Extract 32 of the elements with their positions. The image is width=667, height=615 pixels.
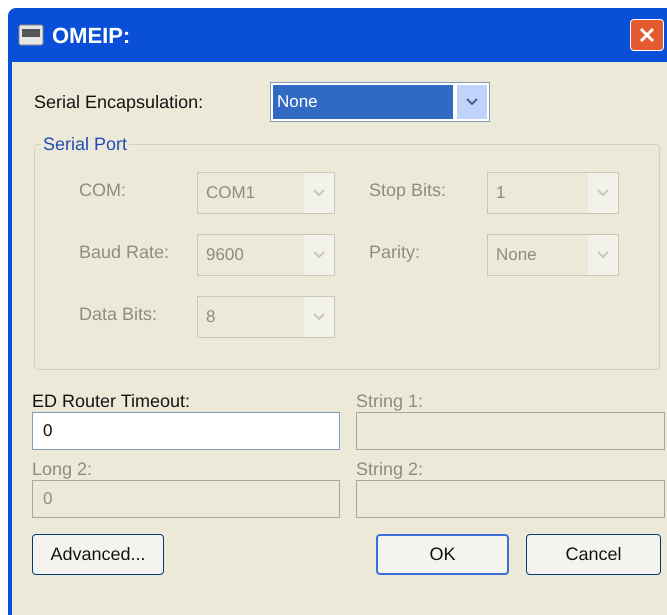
dialog-button[interactable]: OK — [376, 534, 509, 575]
chevron-down-icon — [313, 189, 325, 197]
dropdown[interactable]: None — [270, 82, 490, 122]
field-label: Baud Rate: — [79, 240, 170, 264]
dropdown-value: 8 — [205, 306, 216, 328]
field-label: String 2: — [356, 458, 424, 480]
chevron-down-icon — [313, 313, 325, 321]
window-icon — [18, 24, 44, 46]
chevron-down-icon — [597, 189, 609, 197]
dropdown-button[interactable] — [457, 85, 487, 119]
field-label: Parity: — [369, 240, 422, 264]
chevron-down-icon — [313, 251, 325, 259]
dropdown-value: COM1 — [205, 182, 256, 204]
dropdown-value: None — [495, 244, 538, 266]
dialog-button[interactable]: Cancel — [526, 534, 661, 575]
close-button[interactable] — [630, 19, 664, 51]
field-label: Stop Bits: — [369, 178, 448, 202]
chevron-down-icon — [597, 251, 609, 259]
dialog-button[interactable]: Advanced... — [32, 534, 164, 575]
text-field[interactable]: 0 — [32, 412, 340, 450]
field-label: Serial Encapsulation: — [34, 90, 204, 114]
dropdown-value: 9600 — [205, 244, 245, 266]
field-label: ED Router Timeout: — [32, 390, 192, 412]
field-label: Data Bits: — [79, 302, 158, 326]
dropdown-value: None — [273, 85, 453, 119]
field-label: String 1: — [356, 390, 424, 412]
close-icon — [639, 27, 655, 43]
field-label: COM: — [79, 178, 127, 202]
field-label: Long 2: — [32, 458, 94, 480]
dropdown-value: 1 — [495, 182, 506, 204]
window-title: OMEIP: — [52, 22, 132, 50]
chevron-down-icon — [466, 98, 478, 106]
